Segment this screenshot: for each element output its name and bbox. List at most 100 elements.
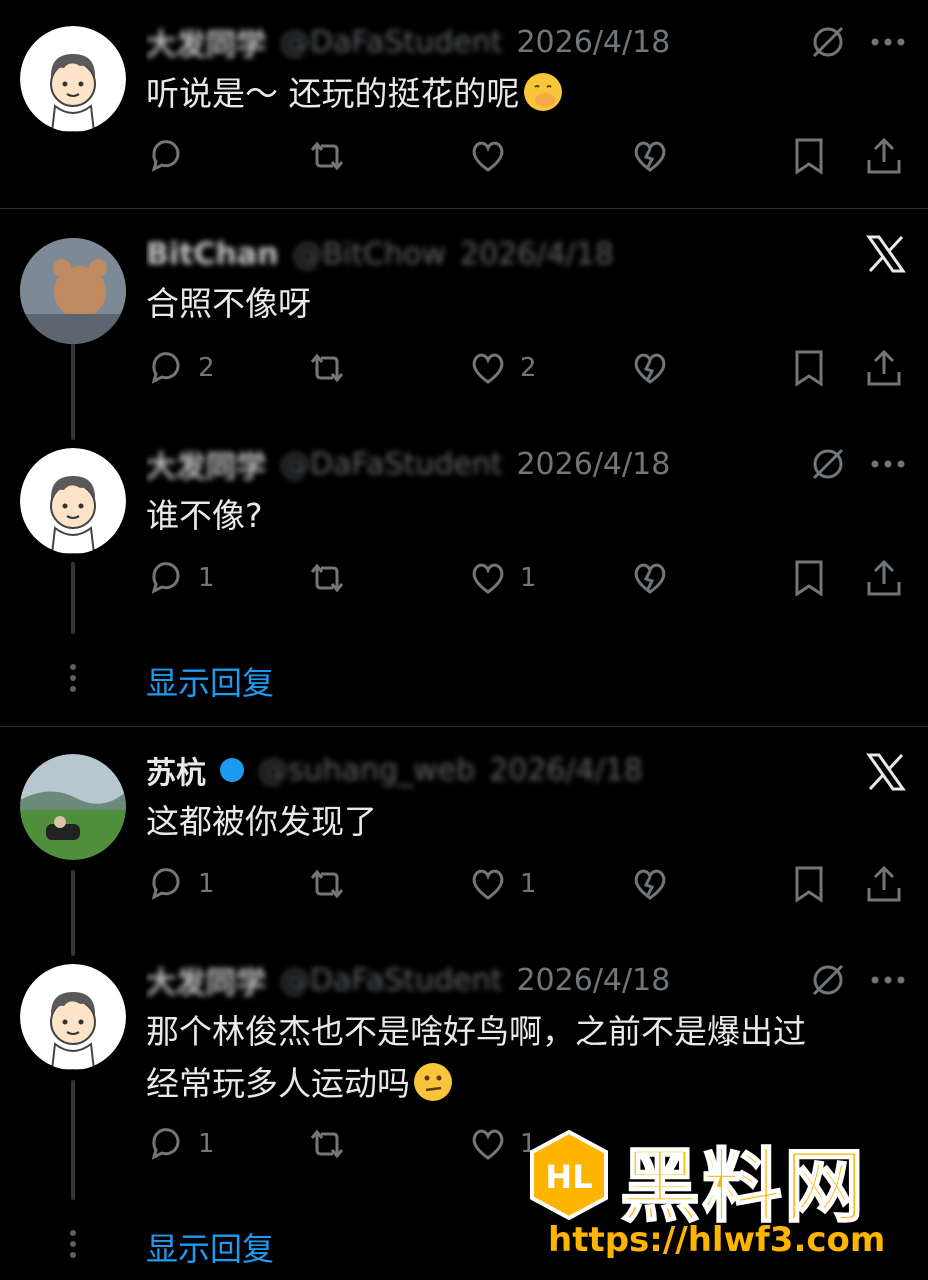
reply-count: 1 bbox=[198, 869, 215, 899]
tweet-text: 这都被你发现了 bbox=[146, 802, 377, 841]
tweet-header: 大发同学 @DaFaStudent 2026/4/18 bbox=[146, 20, 716, 64]
tweet-date: 2026/4/18 bbox=[516, 446, 671, 482]
author-name[interactable]: 大发同学 bbox=[146, 20, 266, 64]
retweet-icon bbox=[310, 869, 344, 899]
like-count: 2 bbox=[520, 353, 537, 383]
broken-heart-icon bbox=[634, 869, 666, 900]
like-button[interactable]: 1 bbox=[468, 862, 537, 906]
reply-count: 1 bbox=[198, 563, 215, 593]
author-name[interactable]: 大发同学 bbox=[146, 442, 266, 486]
avatar[interactable] bbox=[20, 964, 126, 1070]
avatar[interactable] bbox=[20, 448, 126, 554]
share-button[interactable] bbox=[864, 862, 904, 906]
tweet-date: 2026/4/18 bbox=[516, 962, 671, 998]
author-name[interactable]: 大发同学 bbox=[146, 958, 266, 1002]
tweet-date: 2026/4/18 bbox=[516, 24, 671, 60]
show-replies-link[interactable]: 显示回复 bbox=[146, 658, 274, 704]
more-icon[interactable] bbox=[870, 975, 906, 985]
retweet-button[interactable] bbox=[306, 1122, 348, 1166]
tweet-date: 2026/4/18 bbox=[489, 752, 643, 788]
author-name[interactable]: 苏杭 bbox=[146, 748, 206, 792]
tweet-divider bbox=[0, 208, 928, 209]
tweet-top-actions bbox=[810, 962, 906, 998]
grok-icon[interactable] bbox=[810, 446, 846, 482]
reply-button[interactable]: 2 bbox=[146, 346, 215, 390]
tweet-actions bbox=[146, 134, 906, 178]
bookmark-button[interactable] bbox=[792, 346, 826, 390]
like-button[interactable]: 2 bbox=[468, 346, 537, 390]
share-button[interactable] bbox=[864, 346, 904, 390]
retweet-icon bbox=[310, 141, 344, 171]
author-handle: @BitChow bbox=[292, 236, 446, 272]
dislike-button[interactable] bbox=[630, 862, 670, 906]
tweet-header: BitChan @BitChow 2026/4/18 bbox=[146, 232, 716, 276]
tweet-text: 那个林俊杰也不是啥好鸟啊，之前不是爆出过 经常玩多人运动吗 bbox=[146, 1006, 806, 1110]
reply-count: 2 bbox=[198, 353, 215, 383]
confused-face-emoji bbox=[414, 1063, 452, 1101]
verified-badge-icon bbox=[220, 758, 244, 782]
avatar[interactable] bbox=[20, 754, 126, 860]
reply-button[interactable]: 1 bbox=[146, 862, 215, 906]
bookmark-button[interactable] bbox=[792, 862, 826, 906]
tweet-top-actions bbox=[810, 446, 906, 482]
thread-line bbox=[71, 562, 75, 634]
thread-line bbox=[71, 870, 75, 956]
bookmark-icon bbox=[795, 350, 823, 387]
hand-over-mouth-emoji bbox=[523, 73, 562, 111]
tweet-text: 谁不像? bbox=[146, 496, 263, 535]
watermark-logo-icon: HL bbox=[530, 1130, 608, 1220]
retweet-button[interactable] bbox=[306, 346, 348, 390]
heart-icon bbox=[472, 869, 504, 900]
reply-count: 1 bbox=[198, 1129, 215, 1159]
tweet-text: 听说是～ 还玩的挺花的呢 bbox=[146, 68, 562, 120]
like-button[interactable]: 1 bbox=[468, 556, 537, 600]
author-name[interactable]: BitChan bbox=[146, 237, 278, 272]
tweet-text-line: 那个林俊杰也不是啥好鸟啊，之前不是爆出过 bbox=[146, 1012, 806, 1051]
watermark-logo-text: HL bbox=[545, 1158, 592, 1196]
reply-button[interactable]: 1 bbox=[146, 556, 215, 600]
tweet-divider bbox=[0, 726, 928, 727]
reply-button[interactable]: 1 bbox=[146, 1122, 215, 1166]
more-icon[interactable] bbox=[870, 37, 906, 47]
avatar[interactable] bbox=[20, 238, 126, 344]
grok-icon[interactable] bbox=[810, 962, 846, 998]
show-replies-link[interactable]: 显示回复 bbox=[146, 1224, 274, 1270]
reply-button[interactable] bbox=[146, 134, 198, 178]
author-handle: @DaFaStudent bbox=[280, 962, 503, 998]
thread-line bbox=[71, 340, 75, 440]
reply-icon bbox=[151, 352, 180, 384]
broken-heart-icon bbox=[634, 141, 666, 172]
x-logo-icon bbox=[866, 234, 906, 274]
bookmark-button[interactable] bbox=[792, 134, 826, 178]
watermark: HL 黑料网 https://hlwf3.com bbox=[524, 1126, 914, 1276]
like-count: 1 bbox=[520, 869, 537, 899]
dislike-button[interactable] bbox=[630, 134, 670, 178]
author-handle: @DaFaStudent bbox=[280, 446, 503, 482]
reply-icon bbox=[151, 562, 180, 594]
author-handle: @DaFaStudent bbox=[280, 24, 503, 60]
retweet-button[interactable] bbox=[306, 862, 348, 906]
share-icon bbox=[867, 349, 901, 386]
like-button[interactable] bbox=[468, 134, 520, 178]
heart-icon bbox=[472, 353, 504, 384]
tweet-date: 2026/4/18 bbox=[460, 236, 614, 272]
share-button[interactable] bbox=[864, 556, 904, 600]
share-button[interactable] bbox=[864, 134, 904, 178]
more-icon[interactable] bbox=[870, 459, 906, 469]
x-logo-icon bbox=[866, 752, 906, 792]
heart-icon bbox=[472, 1129, 504, 1160]
bookmark-button[interactable] bbox=[792, 556, 826, 600]
tweet-actions: 1 1 bbox=[146, 862, 906, 906]
heart-icon bbox=[472, 141, 504, 172]
tweet-top-actions bbox=[810, 24, 906, 60]
retweet-button[interactable] bbox=[306, 556, 348, 600]
like-count: 1 bbox=[520, 563, 537, 593]
avatar[interactable] bbox=[20, 26, 126, 132]
tweet-header: 苏杭 @suhang_web 2026/4/18 bbox=[146, 748, 716, 792]
retweet-button[interactable] bbox=[306, 134, 348, 178]
tweet-text: 合照不像呀 bbox=[146, 284, 311, 323]
grok-icon[interactable] bbox=[810, 24, 846, 60]
share-icon bbox=[867, 137, 901, 174]
dislike-button[interactable] bbox=[630, 346, 670, 390]
dislike-button[interactable] bbox=[630, 556, 670, 600]
